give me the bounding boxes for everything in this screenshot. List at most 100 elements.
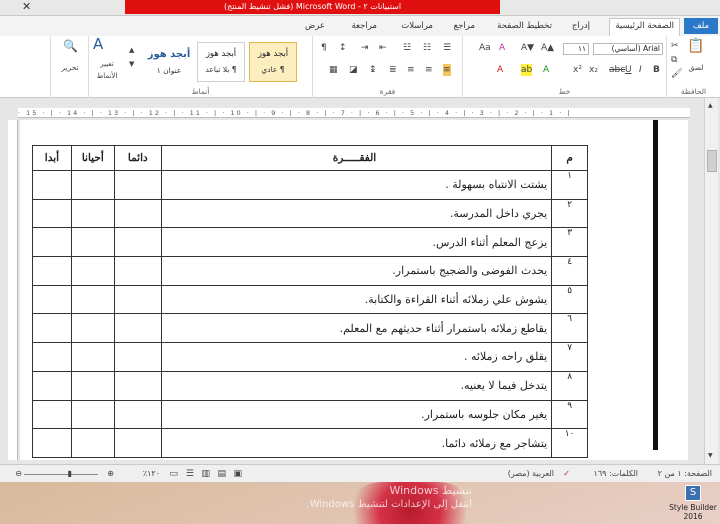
cut-icon[interactable]: ✂ bbox=[671, 40, 679, 52]
format-painter-icon[interactable]: 🖌 bbox=[671, 68, 682, 80]
styles-scroll-down-icon[interactable]: ▼ bbox=[129, 58, 134, 70]
sort-icon[interactable]: ↕ bbox=[339, 42, 347, 54]
tab-page-layout[interactable]: تخطيط الصفحة bbox=[497, 19, 552, 33]
cell-sometimes[interactable] bbox=[70, 284, 115, 315]
editing-label[interactable]: تحرير bbox=[53, 62, 87, 74]
paste-icon[interactable]: 📋 bbox=[687, 39, 704, 53]
cell-never[interactable] bbox=[32, 284, 72, 315]
cell-never[interactable] bbox=[32, 313, 72, 344]
shading-icon[interactable]: ◪ bbox=[349, 64, 358, 76]
align-center-icon[interactable]: ≡ bbox=[425, 64, 433, 76]
close-icon[interactable]: ✕ bbox=[22, 1, 31, 13]
tab-home[interactable]: الصفحة الرئيسية bbox=[609, 18, 680, 36]
zoom-slider-thumb[interactable]: ▮ bbox=[68, 468, 72, 480]
paste-button-label[interactable]: لصق bbox=[681, 62, 711, 74]
cell-always[interactable] bbox=[113, 428, 162, 458]
styles-scroll-up-icon[interactable]: ▲ bbox=[129, 44, 134, 56]
show-marks-icon[interactable]: ¶ bbox=[321, 42, 327, 54]
cell-sometimes[interactable] bbox=[70, 170, 115, 200]
tab-references[interactable]: مراجع bbox=[454, 19, 475, 33]
style-builder-desktop-icon[interactable]: S Style Builder 2016 bbox=[666, 483, 720, 524]
bold-icon[interactable]: B bbox=[653, 64, 660, 76]
cell-always[interactable] bbox=[113, 227, 162, 258]
row-text[interactable]: يحدث الفوضى والضجيج باستمرار. bbox=[160, 256, 553, 286]
justify-icon[interactable]: ≣ bbox=[389, 64, 397, 76]
language-status[interactable]: العربية (مصر) bbox=[508, 468, 554, 480]
cell-sometimes[interactable] bbox=[70, 256, 115, 286]
cell-never[interactable] bbox=[32, 399, 72, 430]
underline-icon[interactable]: U bbox=[625, 64, 632, 76]
tab-mailings[interactable]: مراسلات bbox=[401, 19, 433, 33]
view-full-screen-icon[interactable]: ▤ bbox=[217, 468, 226, 480]
scrollbar-thumb[interactable] bbox=[707, 150, 717, 172]
row-text[interactable]: يغير مكان جلوسه باستمرار. bbox=[160, 399, 553, 430]
align-left-icon[interactable]: ≡ bbox=[407, 64, 415, 76]
shrink-font-icon[interactable]: A▼ bbox=[521, 42, 534, 54]
change-case-icon[interactable]: Aa bbox=[479, 42, 491, 54]
zoom-out-icon[interactable]: ⊖ bbox=[15, 468, 22, 480]
row-text[interactable]: يقاطع زملائه باستمرار أثناء حديثهم مع ال… bbox=[160, 313, 553, 344]
cell-never[interactable] bbox=[32, 428, 72, 458]
text-effects-icon[interactable]: A bbox=[543, 64, 549, 76]
style-no-spacing[interactable]: أبجد هوز ¶ بلا تباعد bbox=[197, 42, 245, 82]
cell-sometimes[interactable] bbox=[70, 313, 115, 344]
cell-always[interactable] bbox=[113, 313, 162, 344]
cell-sometimes[interactable] bbox=[70, 370, 115, 401]
highlight-icon[interactable]: ab bbox=[521, 64, 533, 76]
cell-always[interactable] bbox=[113, 198, 162, 229]
cell-never[interactable] bbox=[32, 256, 72, 286]
cell-never[interactable] bbox=[32, 170, 72, 200]
copy-icon[interactable]: ⧉ bbox=[671, 54, 677, 66]
tab-review[interactable]: مراجعة bbox=[351, 19, 377, 33]
row-text[interactable]: يتدخل فيما لا يعنيه. bbox=[160, 370, 553, 401]
increase-indent-icon[interactable]: ⇥ bbox=[361, 42, 369, 54]
line-spacing-icon[interactable]: ↨ bbox=[369, 64, 377, 76]
cell-always[interactable] bbox=[113, 170, 162, 200]
vertical-scrollbar[interactable]: ▲ ▼ bbox=[704, 98, 718, 464]
borders-icon[interactable]: ▦ bbox=[329, 64, 338, 76]
row-text[interactable]: يجري داخل المدرسة. bbox=[160, 198, 553, 229]
multilevel-list-icon[interactable]: ☳ bbox=[403, 42, 411, 54]
cell-always[interactable] bbox=[113, 342, 162, 372]
clear-formatting-icon[interactable]: A bbox=[499, 42, 505, 54]
superscript-icon[interactable]: x² bbox=[573, 64, 582, 76]
cell-sometimes[interactable] bbox=[70, 342, 115, 372]
font-size-select[interactable]: ١١ bbox=[563, 43, 589, 55]
subscript-icon[interactable]: x₂ bbox=[589, 64, 598, 76]
proofing-icon[interactable]: ✓ bbox=[563, 468, 570, 480]
scroll-down-icon[interactable]: ▼ bbox=[708, 450, 713, 462]
grow-font-icon[interactable]: A▲ bbox=[541, 42, 554, 54]
cell-never[interactable] bbox=[32, 198, 72, 229]
tab-view[interactable]: عرض bbox=[305, 19, 325, 33]
zoom-level[interactable]: ١٢٠٪ bbox=[143, 468, 160, 480]
numbering-icon[interactable]: ☷ bbox=[423, 42, 431, 54]
cell-sometimes[interactable] bbox=[70, 399, 115, 430]
style-heading-1[interactable]: أبجد هوز عنوان ١ bbox=[145, 42, 193, 82]
cell-always[interactable] bbox=[113, 399, 162, 430]
cell-never[interactable] bbox=[32, 342, 72, 372]
view-print-layout-icon[interactable]: ▣ bbox=[233, 468, 242, 480]
word-count-status[interactable]: الكلمات: ١٦٩ bbox=[594, 468, 638, 480]
cell-always[interactable] bbox=[113, 370, 162, 401]
cell-sometimes[interactable] bbox=[70, 198, 115, 229]
tab-file[interactable]: ملف bbox=[684, 18, 718, 34]
italic-icon[interactable]: I bbox=[639, 64, 642, 76]
view-web-layout-icon[interactable]: ▥ bbox=[201, 468, 210, 480]
cell-sometimes[interactable] bbox=[70, 227, 115, 258]
cell-sometimes[interactable] bbox=[70, 428, 115, 458]
view-draft-icon[interactable]: ▭ bbox=[169, 468, 178, 480]
row-text[interactable]: يتشاجر مع زملائه دائما. bbox=[160, 428, 553, 458]
strikethrough-icon[interactable]: abc bbox=[609, 64, 625, 76]
tab-insert[interactable]: إدراج bbox=[572, 19, 590, 33]
find-icon[interactable]: 🔍 bbox=[63, 40, 78, 52]
horizontal-ruler[interactable]: · 15 · | · 14 · | · 13 · | · 12 · | · 11… bbox=[18, 108, 690, 118]
decrease-indent-icon[interactable]: ⇤ bbox=[379, 42, 387, 54]
cell-never[interactable] bbox=[32, 227, 72, 258]
cell-never[interactable] bbox=[32, 370, 72, 401]
page-count-status[interactable]: الصفحة: ١ من ٢ bbox=[658, 468, 712, 480]
view-outline-icon[interactable]: ☰ bbox=[186, 468, 194, 480]
row-text[interactable]: يشوش علي زملائه أثناء القراءة والكتابة. bbox=[160, 284, 553, 315]
cell-always[interactable] bbox=[113, 256, 162, 286]
zoom-slider[interactable] bbox=[24, 474, 98, 475]
row-text[interactable]: يزعج المعلم أثناء الدرس. bbox=[160, 227, 553, 258]
